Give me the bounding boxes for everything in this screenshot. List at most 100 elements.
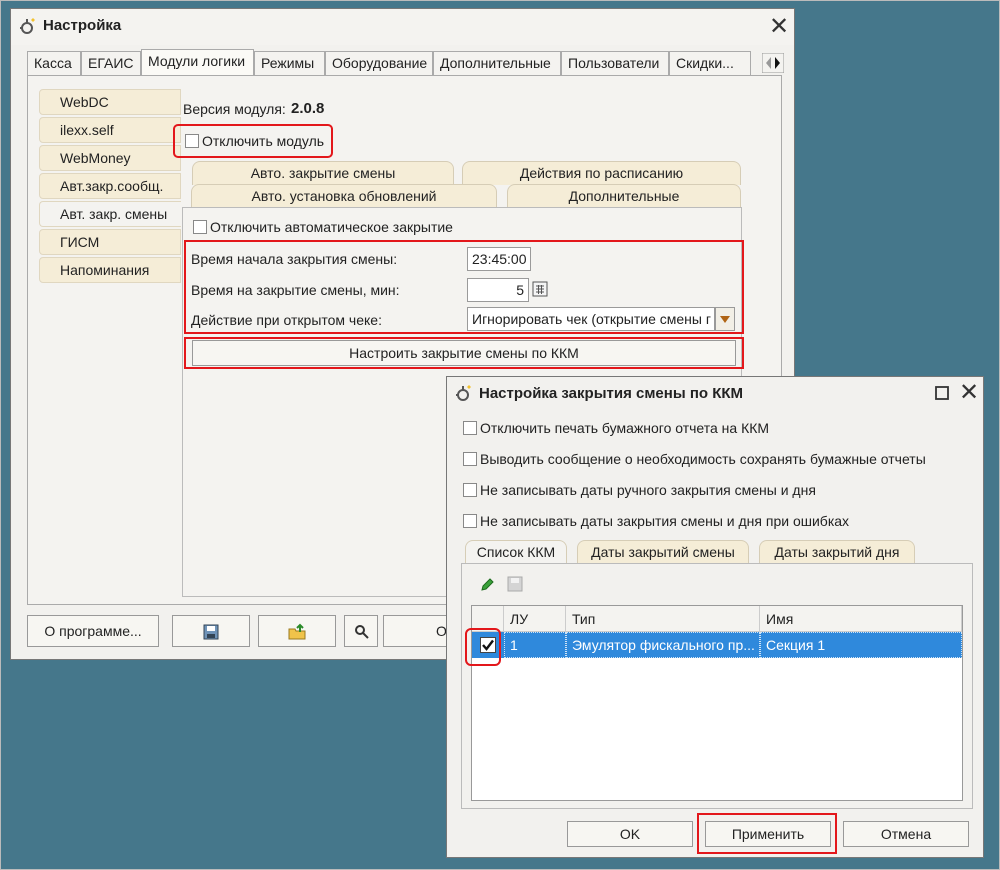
- tab-label: Пользователи: [568, 55, 660, 71]
- tab-shift-close-dates[interactable]: Даты закрытий смены: [577, 540, 749, 564]
- calculator-icon[interactable]: [532, 281, 548, 297]
- side-tab-webmoney[interactable]: WebMoney: [39, 145, 181, 171]
- tab-label: Режимы: [261, 55, 315, 71]
- cell-name: Секция 1: [760, 632, 962, 658]
- disable-auto-close-checkbox[interactable]: [193, 220, 207, 234]
- tab-users[interactable]: Пользователи: [561, 51, 669, 75]
- open-check-action-label: Действие при открытом чеке:: [191, 312, 382, 328]
- chevron-down-icon: [720, 316, 730, 323]
- header-label: Тип: [572, 611, 596, 627]
- skip-manual-close-dates-checkbox[interactable]: [463, 483, 477, 497]
- grid-header-name[interactable]: Имя: [760, 606, 962, 632]
- apply-button[interactable]: Применить: [705, 821, 831, 847]
- subtab-additional[interactable]: Дополнительные: [507, 184, 741, 208]
- save-disabled-icon[interactable]: [507, 576, 523, 592]
- side-tab-label: Авт.закр.сообщ.: [60, 178, 164, 194]
- module-version-value: 2.0.8: [291, 100, 325, 117]
- settings-titlebar: Настройка ✕: [11, 9, 794, 45]
- tab-scroll-arrows[interactable]: [762, 53, 784, 73]
- search-button[interactable]: [344, 615, 378, 647]
- side-tab-label: ГИСМ: [60, 234, 100, 250]
- tab-day-close-dates[interactable]: Даты закрытий дня: [759, 540, 915, 564]
- tab-label: Даты закрытий дня: [774, 544, 900, 560]
- side-tab-webdc[interactable]: WebDC: [39, 89, 181, 115]
- cell-type: Эмулятор фискального пр...: [566, 632, 760, 658]
- subtab-scheduled-actions[interactable]: Действия по расписанию: [462, 161, 741, 185]
- app-settings-icon: [20, 18, 35, 34]
- tab-label: ЕГАИС: [88, 55, 134, 71]
- subtab-auto-close-shift[interactable]: Авто. закрытие смены: [192, 161, 454, 185]
- save-button[interactable]: [172, 615, 250, 647]
- settings-window-title: Настройка: [43, 17, 122, 34]
- edit-pencil-icon[interactable]: [479, 577, 495, 593]
- save-paper-reports-msg-label: Выводить сообщение о необходимость сохра…: [480, 451, 926, 467]
- tab-kassa[interactable]: Касса: [27, 51, 81, 75]
- ok-button[interactable]: OK: [567, 821, 693, 847]
- folder-export-icon: [288, 623, 306, 640]
- subtab-label: Авто. закрытие смены: [250, 165, 396, 181]
- tab-modes[interactable]: Режимы: [254, 51, 325, 75]
- kkm-close-dialog: Настройка закрытия смены по ККМ ✕ Отключ…: [446, 376, 984, 858]
- skip-error-close-dates-label: Не записывать даты закрытия смены и дня …: [480, 513, 850, 529]
- search-icon: [355, 625, 369, 639]
- cell-lu: 1: [504, 632, 566, 658]
- disable-module-label: Отключить модуль: [202, 133, 325, 149]
- side-tab-label: Напоминания: [60, 262, 150, 278]
- tab-label: Скидки...: [676, 55, 734, 71]
- side-tab-label: WebMoney: [60, 150, 131, 166]
- side-tab-auto-close-shift[interactable]: Авт. закр. смены: [39, 201, 181, 227]
- tab-additional[interactable]: Дополнительные: [433, 51, 561, 75]
- save-paper-reports-msg-checkbox[interactable]: [463, 452, 477, 466]
- subtab-label: Дополнительные: [568, 188, 680, 204]
- side-tab-ilexx-self[interactable]: ilexx.self: [39, 117, 181, 143]
- side-tab-gism[interactable]: ГИСМ: [39, 229, 181, 255]
- dropdown-button[interactable]: [715, 307, 735, 331]
- skip-manual-close-dates-label: Не записывать даты ручного закрытия смен…: [480, 482, 816, 498]
- button-label: Применить: [731, 826, 805, 842]
- subtab-auto-update[interactable]: Авто. установка обновлений: [191, 184, 497, 208]
- configure-kkm-close-button[interactable]: Настроить закрытие смены по ККМ: [192, 340, 736, 366]
- tab-kkm-list[interactable]: Список ККМ: [465, 540, 567, 564]
- disable-paper-report-label: Отключить печать бумажного отчета на ККМ: [480, 420, 770, 436]
- skip-error-close-dates-checkbox[interactable]: [463, 514, 477, 528]
- app-settings-icon: [456, 385, 471, 401]
- cancel-button[interactable]: Отмена: [843, 821, 969, 847]
- start-time-label: Время начала закрытия смены:: [191, 251, 398, 267]
- export-button[interactable]: [258, 615, 336, 647]
- maximize-icon[interactable]: [935, 386, 949, 400]
- floppy-disk-icon: [203, 624, 219, 640]
- tab-logic-modules[interactable]: Модули логики: [141, 49, 254, 75]
- grid-header-lu[interactable]: ЛУ: [504, 606, 566, 632]
- tab-egais[interactable]: ЕГАИС: [81, 51, 141, 75]
- open-check-action-select[interactable]: Игнорировать чек (открытие смены г: [467, 307, 715, 331]
- side-tab-auto-close-msg[interactable]: Авт.закр.сообщ.: [39, 173, 181, 199]
- tab-label: Касса: [34, 55, 72, 71]
- button-label: Настроить закрытие смены по ККМ: [349, 345, 579, 361]
- tab-label: Даты закрытий смены: [591, 544, 735, 560]
- duration-input[interactable]: 5: [467, 278, 529, 302]
- grid-header-type[interactable]: Тип: [566, 606, 760, 632]
- side-tab-reminders[interactable]: Напоминания: [39, 257, 181, 283]
- button-label: Отмена: [880, 826, 932, 842]
- button-label: О программе...: [44, 623, 142, 639]
- disable-module-checkbox[interactable]: [185, 134, 199, 148]
- about-button[interactable]: О программе...: [27, 615, 159, 647]
- tab-label: Модули логики: [148, 53, 246, 69]
- header-label: ЛУ: [510, 611, 529, 627]
- duration-label: Время на закрытие смены, мин:: [191, 282, 400, 298]
- header-label: Имя: [766, 611, 794, 627]
- button-label: OK: [619, 826, 641, 842]
- close-icon[interactable]: ✕: [959, 381, 979, 405]
- subtab-label: Авто. установка обновлений: [251, 188, 437, 204]
- disable-paper-report-checkbox[interactable]: [463, 421, 477, 435]
- close-icon[interactable]: ✕: [769, 15, 789, 39]
- module-version-label: Версия модуля:: [183, 101, 286, 117]
- side-tab-label: ilexx.self: [60, 122, 114, 138]
- table-row[interactable]: 1 Эмулятор фискального пр... Секция 1: [472, 632, 962, 658]
- tab-discounts[interactable]: Скидки...: [669, 51, 751, 75]
- kkm-grid: ЛУ Тип Имя 1 Эмулятор фискального пр... …: [471, 605, 963, 801]
- tab-label: Дополнительные: [440, 55, 551, 71]
- tab-equipment[interactable]: Оборудование: [325, 51, 433, 75]
- start-time-input[interactable]: 23:45:00: [467, 247, 531, 271]
- side-tab-label: Авт. закр. смены: [60, 206, 168, 222]
